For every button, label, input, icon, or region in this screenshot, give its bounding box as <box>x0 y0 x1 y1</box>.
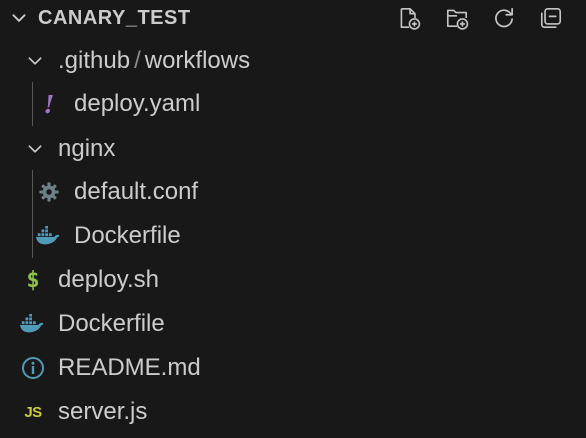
yaml-exclamation-icon: ! <box>43 89 55 119</box>
tree-file-deploy-yaml[interactable]: ! deploy.yaml <box>0 82 586 126</box>
chevron-down-icon[interactable] <box>26 140 44 158</box>
tree-file-nginx-dockerfile[interactable]: Dockerfile <box>0 214 586 258</box>
new-folder-button[interactable] <box>444 5 470 31</box>
docker-icon <box>19 312 45 336</box>
tree-file-deploy-sh[interactable]: $ deploy.sh <box>0 258 586 302</box>
file-label: default.conf <box>74 178 199 205</box>
dollar-icon: $ <box>20 267 46 293</box>
new-folder-icon <box>446 9 469 30</box>
refresh-icon <box>495 7 513 28</box>
tree-file-dockerfile[interactable]: Dockerfile <box>0 302 586 346</box>
collapse-all-button[interactable] <box>538 5 564 31</box>
gear-icon <box>36 180 62 204</box>
folder-label: nginx <box>58 135 116 162</box>
tree-folder-github-workflows[interactable]: .github / workflows <box>0 39 586 83</box>
path-separator: / <box>134 47 141 74</box>
dollar-glyph: $ <box>26 267 40 293</box>
file-label: deploy.sh <box>58 266 159 293</box>
tree-folder-nginx[interactable]: nginx <box>0 127 586 171</box>
collapse-all-icon <box>540 7 562 29</box>
explorer-panel: CANARY_TEST .github / workflows ! deploy… <box>0 0 586 438</box>
file-label: Dockerfile <box>58 310 165 337</box>
chevron-down-icon[interactable] <box>10 9 28 27</box>
refresh-button[interactable] <box>491 5 517 31</box>
new-file-icon <box>400 7 421 30</box>
js-glyph: JS <box>24 403 42 421</box>
workspace-title[interactable]: CANARY_TEST <box>38 4 191 32</box>
tree-file-readme[interactable]: README.md <box>0 346 586 390</box>
chevron-down-icon[interactable] <box>26 52 44 70</box>
file-label: README.md <box>58 354 201 381</box>
file-label: Dockerfile <box>74 222 181 249</box>
folder-name-workflows: workflows <box>144 47 251 74</box>
info-icon <box>20 356 46 380</box>
file-label: deploy.yaml <box>74 90 201 117</box>
new-file-button[interactable] <box>396 5 422 31</box>
folder-name-github: .github <box>58 47 131 74</box>
tree-file-server-js[interactable]: JS server.js <box>0 390 586 434</box>
js-icon: JS <box>20 400 46 424</box>
folder-label: .github / workflows <box>58 39 250 83</box>
explorer-header[interactable]: CANARY_TEST <box>0 0 586 36</box>
docker-icon <box>35 224 61 248</box>
tree-file-default-conf[interactable]: default.conf <box>0 170 586 214</box>
file-label: server.js <box>58 398 148 425</box>
